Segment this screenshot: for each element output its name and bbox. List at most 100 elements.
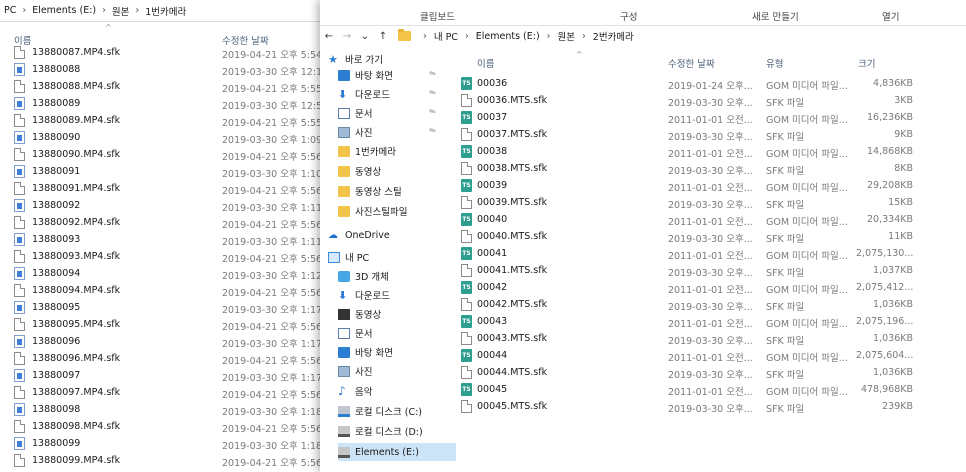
table-row[interactable]: 13880095.MP4.sfk 2019-04-21 오후 5:56 — [0, 316, 330, 333]
table-row[interactable]: 00042.MTS.sfk 2019-03-30 오후... SFK 파일 1,036… — [456, 296, 966, 313]
file-icon — [14, 216, 25, 229]
table-row[interactable]: 00038.MTS.sfk 2019-03-30 오후... SFK 파일 8KB — [456, 160, 966, 177]
nav-item-documents[interactable]: 문서 ✎ — [338, 104, 438, 122]
table-row[interactable]: TS 00041 2011-01-01 오전... GOM 미디어 파일... 2,07… — [456, 245, 966, 262]
breadcrumb-item[interactable]: PC — [4, 5, 16, 16]
table-row[interactable]: 13880093 2019-03-30 오후 1:11 — [0, 231, 330, 248]
column-header-name[interactable]: 이름 — [477, 56, 494, 70]
nav-item-desktop[interactable]: 바탕 화면 ✎ — [338, 66, 438, 84]
file-name: 13880088.MP4.sfk — [32, 81, 121, 92]
table-row[interactable]: 13880088 2019-03-30 오후 12:1 — [0, 61, 330, 78]
table-row[interactable]: TS 00037 2011-01-01 오전... GOM 미디어 파일... 16,2… — [456, 109, 966, 126]
column-header-date[interactable]: 수정한 날짜 — [668, 56, 715, 70]
table-row[interactable]: 00041.MTS.sfk 2019-03-30 오후... SFK 파일 1,037… — [456, 262, 966, 279]
up-arrow-icon[interactable]: ↑ — [374, 31, 392, 42]
table-row[interactable]: 13880091 2019-03-30 오후 1:10 — [0, 163, 330, 180]
nav-item-download[interactable]: ⬇ 다운로드 — [338, 286, 390, 304]
table-row[interactable]: 13880097 2019-03-30 오후 1:17 — [0, 367, 330, 384]
table-row[interactable]: 13880094.MP4.sfk 2019-04-21 오후 5:56 — [0, 282, 330, 299]
nav-item-drive-c[interactable]: 로컬 디스크 (C:) — [338, 402, 422, 420]
table-row[interactable]: 00043.MTS.sfk 2019-03-30 오후... SFK 파일 1,036… — [456, 330, 966, 347]
file-icon — [14, 454, 25, 467]
documents-icon — [338, 327, 350, 339]
file-name: 00041 — [477, 248, 508, 259]
breadcrumb-item[interactable]: Elements (E:) — [32, 5, 96, 16]
table-row[interactable]: 00036.MTS.sfk 2019-03-30 오후... SFK 파일 3KB — [456, 92, 966, 109]
table-row[interactable]: 13880092 2019-03-30 오후 1:11 — [0, 197, 330, 214]
file-icon — [14, 250, 25, 263]
table-row[interactable]: 13880089.MP4.sfk 2019-04-21 오후 5:55 — [0, 112, 330, 129]
table-row[interactable]: 13880095 2019-03-30 오후 1:17 — [0, 299, 330, 316]
table-row[interactable]: 13880099.MP4.sfk 2019-04-21 오후 5:56 — [0, 452, 330, 469]
table-row[interactable]: 13880098 2019-03-30 오후 1:18 — [0, 401, 330, 418]
column-header-type[interactable]: 유형 — [766, 56, 783, 70]
table-row[interactable]: TS 00040 2011-01-01 오전... GOM 미디어 파일... 20,3… — [456, 211, 966, 228]
breadcrumb-item[interactable]: 1번카메라 — [145, 4, 186, 18]
table-row[interactable]: 00045.MTS.sfk 2019-03-30 오후... SFK 파일 239KB — [456, 398, 966, 415]
table-row[interactable]: 13880097.MP4.sfk 2019-04-21 오후 5:56 — [0, 384, 330, 401]
table-row[interactable]: TS 00045 2011-01-01 오전... GOM 미디어 파일... 478,… — [456, 381, 966, 398]
table-row[interactable]: 13880099 2019-03-30 오후 1:18 — [0, 435, 330, 452]
nav-item-drive[interactable]: Elements (E:) — [338, 443, 456, 461]
table-row[interactable]: 13880090.MP4.sfk 2019-04-21 오후 5:56 — [0, 146, 330, 163]
file-icon — [461, 332, 472, 345]
nav-item-desktop[interactable]: 바탕 화면 — [338, 343, 393, 361]
table-row[interactable]: TS 00038 2011-01-01 오전... GOM 미디어 파일... 14,8… — [456, 143, 966, 160]
table-row[interactable]: 00040.MTS.sfk 2019-03-30 오후... SFK 파일 11KB — [456, 228, 966, 245]
nav-item-download[interactable]: ⬇ 다운로드 ✎ — [338, 85, 438, 103]
table-row[interactable]: TS 00044 2011-01-01 오전... GOM 미디어 파일... 2,07… — [456, 347, 966, 364]
table-row[interactable]: 13880094 2019-03-30 오후 1:12 — [0, 265, 330, 282]
address-bar[interactable]: PC › Elements (E:) › 원본 › 1번카메라 — [0, 0, 330, 22]
nav-item-folder[interactable]: 동영상 스틸 — [338, 182, 402, 200]
column-header-size[interactable]: 크기 — [858, 56, 875, 70]
ribbon: 클립보드 구성 새로 만들기 열기 — [320, 0, 966, 26]
table-row[interactable]: 13880093.MP4.sfk 2019-04-21 오후 5:56 — [0, 248, 330, 265]
table-row[interactable]: 13880087.MP4.sfk 2019-04-21 오후 5:54 — [0, 44, 330, 61]
file-date: 2019-03-30 오후 12:5 — [222, 101, 323, 112]
nav-item-label: 문서 — [355, 329, 373, 340]
table-row[interactable]: 00037.MTS.sfk 2019-03-30 오후... SFK 파일 9KB — [456, 126, 966, 143]
nav-item-onedrive[interactable]: ☁ OneDrive — [328, 226, 390, 244]
nav-item-pc[interactable]: 내 PC — [328, 248, 369, 266]
table-row[interactable]: 13880089 2019-03-30 오후 12:5 — [0, 95, 330, 112]
table-row[interactable]: TS 00036 2019-01-24 오후... GOM 미디어 파일... 4,83… — [456, 75, 966, 92]
breadcrumb-item[interactable]: Elements (E:) — [476, 31, 540, 42]
breadcrumb-item[interactable]: 원본 — [112, 4, 129, 18]
recent-locations-chevron-icon[interactable]: ⌄ — [356, 31, 374, 42]
table-row[interactable]: 13880098.MP4.sfk 2019-04-21 오후 5:56 — [0, 418, 330, 435]
table-row[interactable]: TS 00039 2011-01-01 오전... GOM 미디어 파일... 29,2… — [456, 177, 966, 194]
nav-item-videos[interactable]: 동영상 — [338, 305, 381, 323]
nav-item-pictures[interactable]: 사진 ✎ — [338, 123, 438, 141]
table-row[interactable]: 13880092.MP4.sfk 2019-04-21 오후 5:56 — [0, 214, 330, 231]
back-arrow-icon[interactable]: ← — [320, 31, 338, 42]
table-row[interactable]: 13880096.MP4.sfk 2019-04-21 오후 5:56 — [0, 350, 330, 367]
forward-arrow-icon[interactable]: → — [338, 31, 356, 42]
nav-item-pictures[interactable]: 사진 — [338, 362, 372, 380]
breadcrumb-item[interactable]: 내 PC — [434, 29, 458, 43]
nav-item-folder[interactable]: 1번카메라 — [338, 142, 396, 160]
table-row[interactable]: 13880096 2019-03-30 오후 1:17 — [0, 333, 330, 350]
nav-item-music[interactable]: ♪ 음악 — [338, 382, 372, 400]
nav-item-folder[interactable]: 동영상 — [338, 162, 381, 180]
breadcrumb-item[interactable]: 2번카메라 — [593, 29, 634, 43]
file-type: GOM 미디어 파일... — [766, 115, 848, 126]
gom-media-file-icon: TS — [461, 77, 472, 90]
breadcrumb-item[interactable]: 원본 — [557, 29, 574, 43]
file-type: GOM 미디어 파일... — [766, 251, 848, 262]
address-bar[interactable]: › 내 PC › Elements (E:) › 원본 › 2번카메라 — [398, 29, 634, 43]
file-name: 00041.MTS.sfk — [477, 265, 548, 276]
table-row[interactable]: TS 00043 2011-01-01 오전... GOM 미디어 파일... 2,07… — [456, 313, 966, 330]
table-row[interactable]: 13880091.MP4.sfk 2019-04-21 오후 5:56 — [0, 180, 330, 197]
nav-item-3d-objects[interactable]: 3D 개체 — [338, 267, 389, 285]
nav-item-folder[interactable]: 사진스틸파일 — [338, 202, 407, 220]
table-row[interactable]: 13880090 2019-03-30 오후 1:09 — [0, 129, 330, 146]
nav-item-documents[interactable]: 문서 — [338, 324, 372, 342]
table-row[interactable]: 13880088.MP4.sfk 2019-04-21 오후 5:55 — [0, 78, 330, 95]
file-name: 13880091 — [32, 166, 81, 177]
table-row[interactable]: TS 00042 2011-01-01 오전... GOM 미디어 파일... 2,07… — [456, 279, 966, 296]
table-row[interactable]: 00039.MTS.sfk 2019-03-30 오후... SFK 파일 15KB — [456, 194, 966, 211]
file-icon — [14, 46, 25, 59]
nav-item-drive[interactable]: 로컬 디스크 (D:) — [338, 422, 423, 440]
table-row[interactable]: 00044.MTS.sfk 2019-03-30 오후... SFK 파일 1,036… — [456, 364, 966, 381]
image-file-icon — [14, 97, 25, 110]
